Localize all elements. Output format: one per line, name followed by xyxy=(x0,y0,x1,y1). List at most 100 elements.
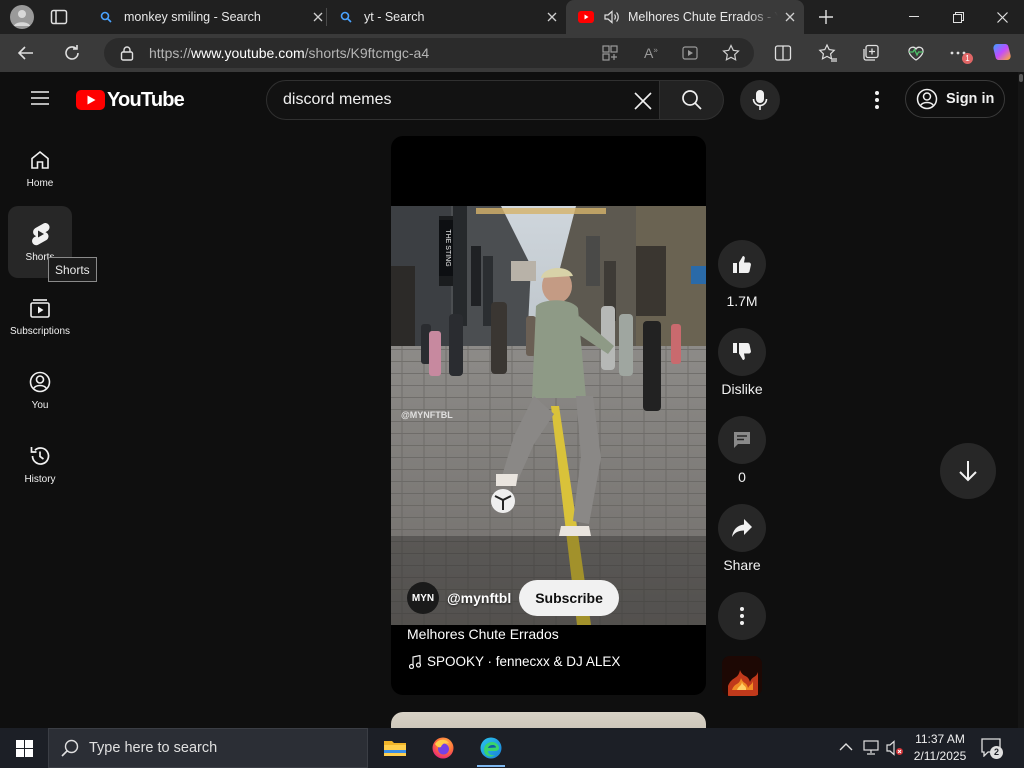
sidebar-item-label: Home xyxy=(26,177,54,189)
show-hidden-icons-chevron[interactable] xyxy=(839,740,853,754)
more-actions-button[interactable] xyxy=(718,592,766,640)
taskbar-edge[interactable] xyxy=(467,728,515,768)
shorts-icon xyxy=(28,222,52,246)
video-watermark: @MYNFTBL xyxy=(401,410,453,420)
favorites-icon[interactable] xyxy=(818,43,838,63)
close-tab-icon[interactable] xyxy=(544,9,560,25)
windows-taskbar: Type here to search 11:37 AM 2/11/2025 2 xyxy=(0,728,1024,768)
taskbar-file-explorer[interactable] xyxy=(371,728,419,768)
copilot-icon[interactable] xyxy=(990,41,1014,65)
tab-monkey-smiling[interactable]: monkey smiling - Search xyxy=(86,0,326,34)
tab-title: yt - Search xyxy=(364,10,425,24)
sound-name: SPOOKY · fennecxx & DJ ALEX xyxy=(427,654,621,669)
restore-button[interactable] xyxy=(936,0,980,34)
back-button[interactable] xyxy=(16,43,38,63)
address-bar[interactable]: https://www.youtube.com/shorts/K9ftcmgc-… xyxy=(104,38,754,68)
tab-actions-icon[interactable] xyxy=(50,9,68,25)
history-icon xyxy=(28,444,52,468)
network-icon[interactable] xyxy=(862,740,880,756)
like-button[interactable] xyxy=(718,240,766,288)
short-title[interactable]: Melhores Chute Errados xyxy=(407,626,559,642)
page-scrollbar[interactable] xyxy=(1018,72,1024,728)
thumbs-down-icon xyxy=(733,343,751,360)
share-icon xyxy=(732,519,752,537)
short-sound[interactable]: SPOOKY · fennecxx & DJ ALEX xyxy=(409,654,620,669)
search-icon xyxy=(681,90,702,110)
next-short-preview[interactable] xyxy=(391,712,706,728)
profile-avatar[interactable] xyxy=(10,5,34,29)
taskbar-firefox[interactable] xyxy=(419,728,467,768)
speaker-icon[interactable] xyxy=(604,9,620,25)
sound-thumbnail[interactable] xyxy=(722,656,762,696)
taskbar-search[interactable]: Type here to search xyxy=(48,728,368,768)
search-field[interactable]: discord memes xyxy=(266,80,660,120)
subscribe-button[interactable]: Subscribe xyxy=(519,580,619,616)
voice-search-button[interactable] xyxy=(740,80,780,120)
bing-search-icon xyxy=(98,9,114,25)
channel-avatar[interactable]: MYN xyxy=(407,582,439,614)
sidebar-item-label: Subscriptions xyxy=(9,325,71,337)
browser-toolbar: https://www.youtube.com/shorts/K9ftcmgc-… xyxy=(0,34,1024,72)
folder-icon xyxy=(384,741,406,756)
search-icon xyxy=(61,739,79,757)
system-clock[interactable]: 11:37 AM 2/11/2025 xyxy=(906,731,974,765)
search-input-text: discord memes xyxy=(283,91,392,108)
favorite-star-icon[interactable] xyxy=(722,44,740,62)
tab-youtube-active[interactable]: Melhores Chute Errados - YouTube xyxy=(566,0,804,34)
split-screen-icon[interactable] xyxy=(774,44,792,62)
sidebar-item-label: You xyxy=(31,399,49,411)
close-tab-icon[interactable] xyxy=(310,9,326,25)
windows-logo-icon xyxy=(15,739,33,757)
sidebar-item-you[interactable]: You xyxy=(8,354,72,426)
subscriptions-icon xyxy=(28,296,52,320)
channel-handle[interactable]: @mynftbl xyxy=(447,590,511,606)
comments-button[interactable] xyxy=(718,416,766,464)
share-button[interactable] xyxy=(718,504,766,552)
next-video-button[interactable] xyxy=(940,443,996,499)
shorts-player[interactable]: THE STING @MYNFTBL MYN @mynftbl Subscrib… xyxy=(391,136,706,695)
dislike-button[interactable] xyxy=(718,328,766,376)
chevron-up-icon xyxy=(839,743,853,751)
you-icon xyxy=(28,370,52,394)
scrollbar-thumb[interactable] xyxy=(1019,74,1023,82)
youtube-icon xyxy=(578,9,594,25)
lock-icon[interactable] xyxy=(120,45,134,61)
app-available-icon[interactable] xyxy=(602,45,618,61)
tab-title: monkey smiling - Search xyxy=(124,10,261,24)
browser-essentials-icon[interactable] xyxy=(906,43,926,63)
home-icon xyxy=(28,148,52,172)
start-button[interactable] xyxy=(0,728,48,768)
refresh-button[interactable] xyxy=(62,43,82,63)
sidebar-item-home[interactable]: Home xyxy=(8,132,72,204)
music-note-icon xyxy=(409,654,421,669)
settings-menu-button[interactable] xyxy=(872,89,882,111)
play-icon[interactable] xyxy=(682,45,698,61)
browser-tab-strip: monkey smiling - Search yt - Search Melh… xyxy=(0,0,1024,34)
notification-center-button[interactable]: 2 xyxy=(980,737,1004,759)
minimize-button[interactable] xyxy=(892,0,936,34)
new-tab-button[interactable] xyxy=(814,6,838,28)
bing-search-icon xyxy=(338,9,354,25)
clock-date: 2/11/2025 xyxy=(913,749,967,763)
clear-search-icon[interactable] xyxy=(633,91,653,111)
video-frame[interactable]: THE STING @MYNFTBL xyxy=(391,206,706,625)
sidebar-item-history[interactable]: History xyxy=(8,428,72,500)
search-button[interactable] xyxy=(660,80,724,120)
collections-icon[interactable] xyxy=(862,44,880,62)
sidebar-item-subscriptions[interactable]: Subscriptions xyxy=(8,280,72,352)
shop-sign-text: THE STING xyxy=(444,229,451,266)
tab-title: Melhores Chute Errados - YouTube xyxy=(628,10,778,24)
guide-menu-button[interactable] xyxy=(30,90,50,106)
close-window-button[interactable] xyxy=(980,0,1024,34)
dislike-label: Dislike xyxy=(721,381,763,397)
youtube-logo-text: YouTube xyxy=(107,88,185,111)
youtube-logo[interactable]: YouTube xyxy=(76,88,185,111)
arrow-down-icon xyxy=(959,461,977,482)
firefox-icon xyxy=(432,737,454,759)
tab-yt-search[interactable]: yt - Search xyxy=(326,0,566,34)
sign-in-button[interactable]: Sign in xyxy=(905,80,1005,118)
close-tab-icon[interactable] xyxy=(782,9,798,25)
comment-icon xyxy=(734,432,750,448)
read-aloud-icon[interactable]: A» xyxy=(644,45,658,61)
volume-muted-icon[interactable] xyxy=(886,740,904,756)
